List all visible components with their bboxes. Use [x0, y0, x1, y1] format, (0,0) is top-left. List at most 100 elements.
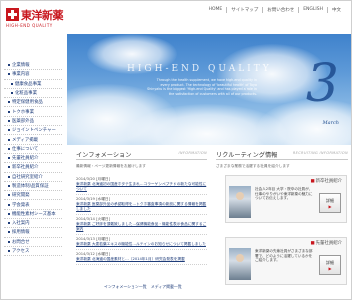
sidebar-item-label: 仕事について [12, 146, 39, 152]
information-list-link[interactable]: インフォメーション一覧 [104, 284, 147, 289]
sidebar-item-label: 特定保健用食品 [12, 100, 43, 106]
topnav-sitemap[interactable]: サイトマップ [227, 7, 262, 13]
news-link[interactable]: 東洋新薬 北海道の国産素材と…（2014年1月）研究会発表を掲載 [76, 257, 207, 262]
details-button[interactable]: 詳細 ▶ [319, 255, 341, 275]
sidebar-item[interactable]: 特定保健用食品 [4, 98, 62, 108]
sidebar-item[interactable]: 製造体制/品質保証 [4, 182, 62, 192]
top-nav: HOME サイトマップ お問い合わせ ENGLISH 中文 [205, 5, 345, 14]
sidebar-item-label: 企業情報 [12, 63, 30, 69]
topnav-contact[interactable]: お問い合わせ [263, 7, 298, 13]
brand-logo[interactable]: 東洋新薬 HIGH-END QUALITY [6, 7, 76, 31]
bullet-icon [8, 250, 10, 253]
arrow-right-icon: ▶ [328, 203, 332, 209]
hero-heading: HIGH-END QUALITY [127, 64, 272, 74]
information-section: インフォメーション INFORMATION 最新情報・ページ更新情報をお届けしま… [76, 150, 207, 265]
news-item: 2014/3/14 [火曜日] 東洋新薬 ご好評を頂戴致しました…保健機能食品・機… [76, 215, 207, 235]
information-desc: 最新情報・ページ更新情報をお届けします [76, 164, 146, 168]
sidebar-item[interactable]: 先輩社員紹介 [4, 154, 62, 164]
employee-photo [229, 248, 251, 280]
recruit-card-label: ■新卒社員紹介 [310, 179, 342, 184]
news-item: 2014/3/20 [月曜日] 東洋新薬 北海道初の国産ホタテ生まれ…コラーゲンペ… [76, 175, 207, 195]
information-title-en: INFORMATION [178, 151, 207, 155]
sidebar-item[interactable]: 自社研究室紹介 [4, 173, 62, 182]
bullet-icon [8, 185, 10, 187]
bullet-icon [11, 92, 13, 95]
cross-logo-icon [6, 8, 19, 21]
hero-copy: Through the health supplement, we have h… [147, 78, 257, 96]
sidebar-item-label: お問合せ [12, 239, 30, 245]
details-button[interactable]: 詳細 ▶ [319, 193, 341, 213]
recruit-card-senior-staff[interactable]: ■先輩社員紹介 東洋新薬の先輩社員がさまざまな部署で、どのように活躍しているかを… [225, 237, 347, 285]
sidebar-item[interactable]: お問合せ [4, 238, 62, 247]
brand-name: 東洋新薬 [21, 9, 64, 22]
sidebar-item-label: 新卒社員紹介 [12, 165, 39, 171]
sidebar-item[interactable]: 機能性素材シーズ基本 [4, 210, 62, 220]
sidebar-item-label: 化粧品事業 [15, 91, 37, 97]
news-item: 2014/3/12 [水曜日] 東洋新薬 北海道の国産素材と…（2014年1月）研… [76, 250, 207, 265]
sidebar-nav: 企業情報 事業内容 健康食品事業 化粧品事業特定保健用食品 トクホ事業医薬部外品ジョイン… [4, 61, 62, 257]
bullet-icon [8, 222, 10, 225]
sidebar-item[interactable]: アクセス [4, 247, 62, 257]
bullet-icon [8, 231, 10, 234]
recruit-card-new-graduates[interactable]: ■新卒社員紹介 社会人2年目 大学・院卒の社員が、仕事のやりがいや東洋新薬の魅力… [225, 175, 347, 223]
square-bullet-icon: ■ [310, 241, 315, 246]
sidebar-item-label: 健康食品事業 [15, 81, 42, 87]
sidebar-item-label: 採用情報 [12, 230, 30, 236]
news-link[interactable]: 東洋新薬 ご好評を頂戴致しました…保健機能食品・機能性表示食品に関するご案内 [76, 222, 207, 232]
sidebar-item[interactable]: 入社案内 [4, 219, 62, 229]
bullet-icon [8, 101, 10, 104]
sidebar-item-label: 先輩社員紹介 [12, 156, 39, 162]
sidebar-item[interactable]: 学会発表 [4, 200, 62, 210]
sidebar-item[interactable]: 仕事について [4, 145, 62, 154]
sidebar-item-label: 医薬部外品 [12, 118, 34, 124]
recruit-card-text: 東洋新薬の先輩社員がさまざまな部署で、どのように活躍しているかをご紹介します。 [255, 249, 313, 263]
sidebar-item-label: ジョイントベンチャー [12, 128, 56, 134]
bullet-icon [8, 194, 10, 197]
sidebar-item-label: メディア掲載 [12, 137, 39, 143]
bullet-icon [8, 157, 10, 160]
sidebar-item-label: 入社案内 [12, 221, 30, 227]
news-link[interactable]: 東洋新薬 医薬部外品の承認取得を…トクホ審査事項の新設に関する情報を掲載しました [76, 202, 207, 212]
topnav-home[interactable]: HOME [205, 7, 227, 12]
sidebar-item[interactable]: メディア掲載 [4, 135, 62, 145]
sidebar-item-label: トクホ事業 [12, 109, 34, 115]
recruiting-section: リクルーティング情報 RECRUITING INFORMATION さまざまな業… [216, 150, 348, 173]
bullet-icon [8, 147, 10, 150]
recruiting-title-en: RECRUITING INFORMATION [292, 151, 348, 155]
sidebar-item-label: 機能性素材シーズ基本 [12, 211, 56, 217]
hero-banner: HIGH-END QUALITY Through the health supp… [67, 34, 351, 145]
sidebar-item-label: 学会発表 [12, 202, 30, 208]
sidebar-item[interactable]: 化粧品事業 [4, 89, 62, 99]
topnav-english[interactable]: ENGLISH [299, 7, 327, 12]
sidebar-item-label: アクセス [12, 249, 30, 255]
square-bullet-icon: ■ [310, 179, 315, 184]
sidebar-item[interactable]: 研究開発 [4, 191, 62, 201]
bullet-icon [8, 166, 10, 169]
arrow-right-icon: ▶ [328, 265, 332, 271]
bullet-icon [11, 82, 13, 85]
news-item: 2014/3/19 [水曜日] 東洋新薬 医薬部外品の承認取得を…トクホ審査事項の… [76, 195, 207, 215]
bullet-icon [8, 203, 10, 206]
news-link[interactable]: 東洋新薬 大麦若葉エキスの機能性…ルテインのお知らせについて掲載しました [76, 242, 207, 247]
topnav-chinese[interactable]: 中文 [328, 7, 345, 13]
recruiting-title: リクルーティング情報 RECRUITING INFORMATION [216, 150, 348, 160]
bullet-icon [8, 175, 10, 178]
brand-tagline: HIGH-END QUALITY [6, 23, 53, 28]
sidebar-item[interactable]: トクホ事業 [4, 107, 62, 117]
sidebar-item[interactable]: 健康食品事業 [4, 80, 62, 89]
sidebar-item[interactable]: 事業内容 [4, 70, 62, 80]
information-links: インフォメーション一覧 メディア掲載一覧 [101, 284, 182, 290]
sidebar-item[interactable]: 新卒社員紹介 [4, 163, 62, 173]
bullet-icon [8, 212, 10, 215]
bullet-icon [8, 73, 10, 76]
bullet-icon [8, 129, 10, 132]
bullet-icon [8, 138, 10, 141]
sidebar-item[interactable]: ジョイントベンチャー [4, 126, 62, 136]
hero-month: March [322, 120, 339, 126]
media-list-link[interactable]: メディア掲載一覧 [151, 284, 182, 289]
recruit-card-text: 社会人2年目 大学・院卒の社員が、仕事のやりがいや東洋新薬の魅力についてお伝えし… [255, 187, 313, 201]
sidebar-item[interactable]: 企業情報 [4, 61, 62, 71]
sidebar-item[interactable]: 医薬部外品 [4, 117, 62, 127]
sidebar-item[interactable]: 採用情報 [4, 228, 62, 238]
news-link[interactable]: 東洋新薬 北海道初の国産ホタテ生まれ…コラーゲンペプチドの新たな可能性について [76, 182, 207, 192]
